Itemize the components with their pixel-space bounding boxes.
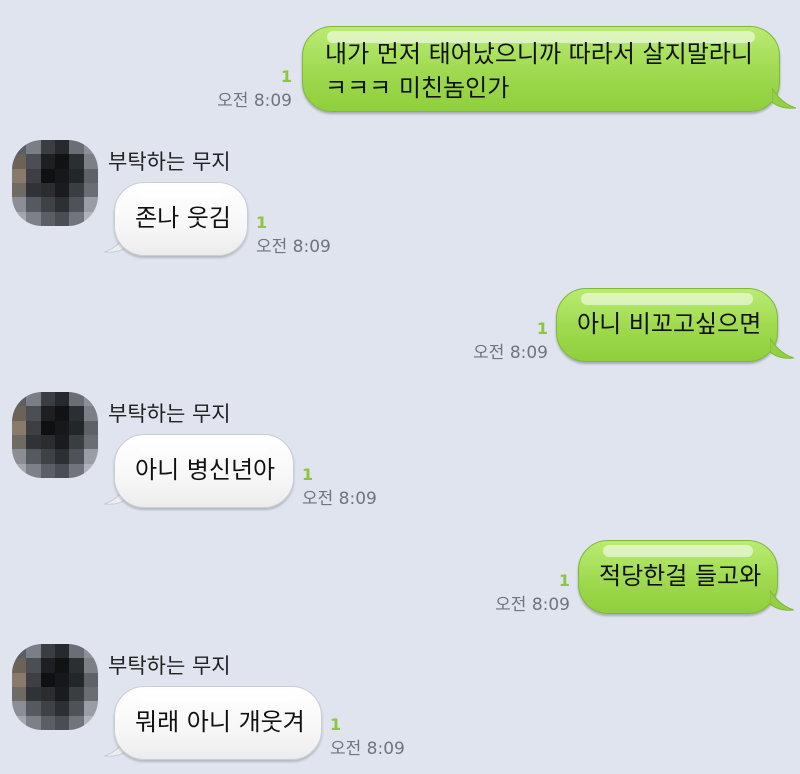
message-time: 오전 8:09 [256, 237, 331, 257]
chat-room: 1 오전 8:09 내가 먼저 태어났으니까 따라서 살지말라니 ㅋㅋㅋ 미친놈… [0, 0, 800, 774]
outgoing-bubble[interactable]: 아니 비꼬고싶으면 [556, 288, 778, 362]
bubble-gloss [581, 293, 753, 305]
message-meta: 1 오전 8:09 [330, 715, 405, 760]
message-text-line: 존나 웃김 [135, 204, 231, 232]
message-meta: 1 오전 8:09 [302, 465, 377, 510]
avatar[interactable] [12, 140, 98, 226]
unread-count: 1 [280, 67, 292, 86]
unread-count: 1 [302, 465, 314, 484]
bubble-gloss [139, 439, 269, 451]
avatar[interactable] [12, 392, 98, 478]
sender-name: 부탁하는 무지 [108, 150, 231, 174]
outgoing-bubble[interactable]: 내가 먼저 태어났으니까 따라서 살지말라니 ㅋㅋㅋ 미친놈인가 [302, 26, 780, 112]
bubble-tail [770, 338, 794, 359]
incoming-bubble[interactable]: 아니 병신년아 [114, 434, 294, 508]
bubble-gloss [603, 545, 753, 557]
message-time: 오전 8:09 [495, 595, 570, 615]
message-time: 오전 8:09 [217, 91, 292, 111]
message-meta: 1 오전 8:09 [473, 319, 548, 364]
bubble-tail [772, 88, 796, 109]
message-meta: 1 오전 8:09 [217, 67, 292, 112]
message-text-line: 뭐래 아니 개웃겨 [135, 708, 305, 736]
sender-name: 부탁하는 무지 [108, 654, 231, 678]
message-text-line: 적당한걸 들고와 [599, 562, 762, 590]
message-meta: 1 오전 8:09 [495, 571, 570, 616]
sender-name: 부탁하는 무지 [108, 402, 231, 426]
bubble-tail [770, 590, 794, 611]
message-text-line: ㅋㅋㅋ 미친놈인가 [325, 74, 510, 102]
unread-count: 1 [536, 319, 548, 338]
message-time: 오전 8:09 [330, 739, 405, 759]
message-text-line: 아니 병신년아 [135, 456, 276, 484]
message-meta: 1 오전 8:09 [256, 213, 331, 258]
outgoing-bubble[interactable]: 적당한걸 들고와 [578, 540, 778, 614]
message-text-line: 내가 먼저 태어났으니까 따라서 살지말라니 [325, 40, 753, 68]
incoming-bubble[interactable]: 뭐래 아니 개웃겨 [114, 686, 322, 760]
avatar[interactable] [12, 644, 98, 730]
bubble-gloss [139, 691, 297, 703]
incoming-bubble[interactable]: 존나 웃김 [114, 182, 248, 256]
message-time: 오전 8:09 [473, 343, 548, 363]
unread-count: 1 [256, 213, 268, 232]
bubble-gloss [139, 187, 223, 199]
unread-count: 1 [330, 715, 342, 734]
message-time: 오전 8:09 [302, 489, 377, 509]
unread-count: 1 [558, 571, 570, 590]
message-text-line: 아니 비꼬고싶으면 [577, 310, 762, 338]
